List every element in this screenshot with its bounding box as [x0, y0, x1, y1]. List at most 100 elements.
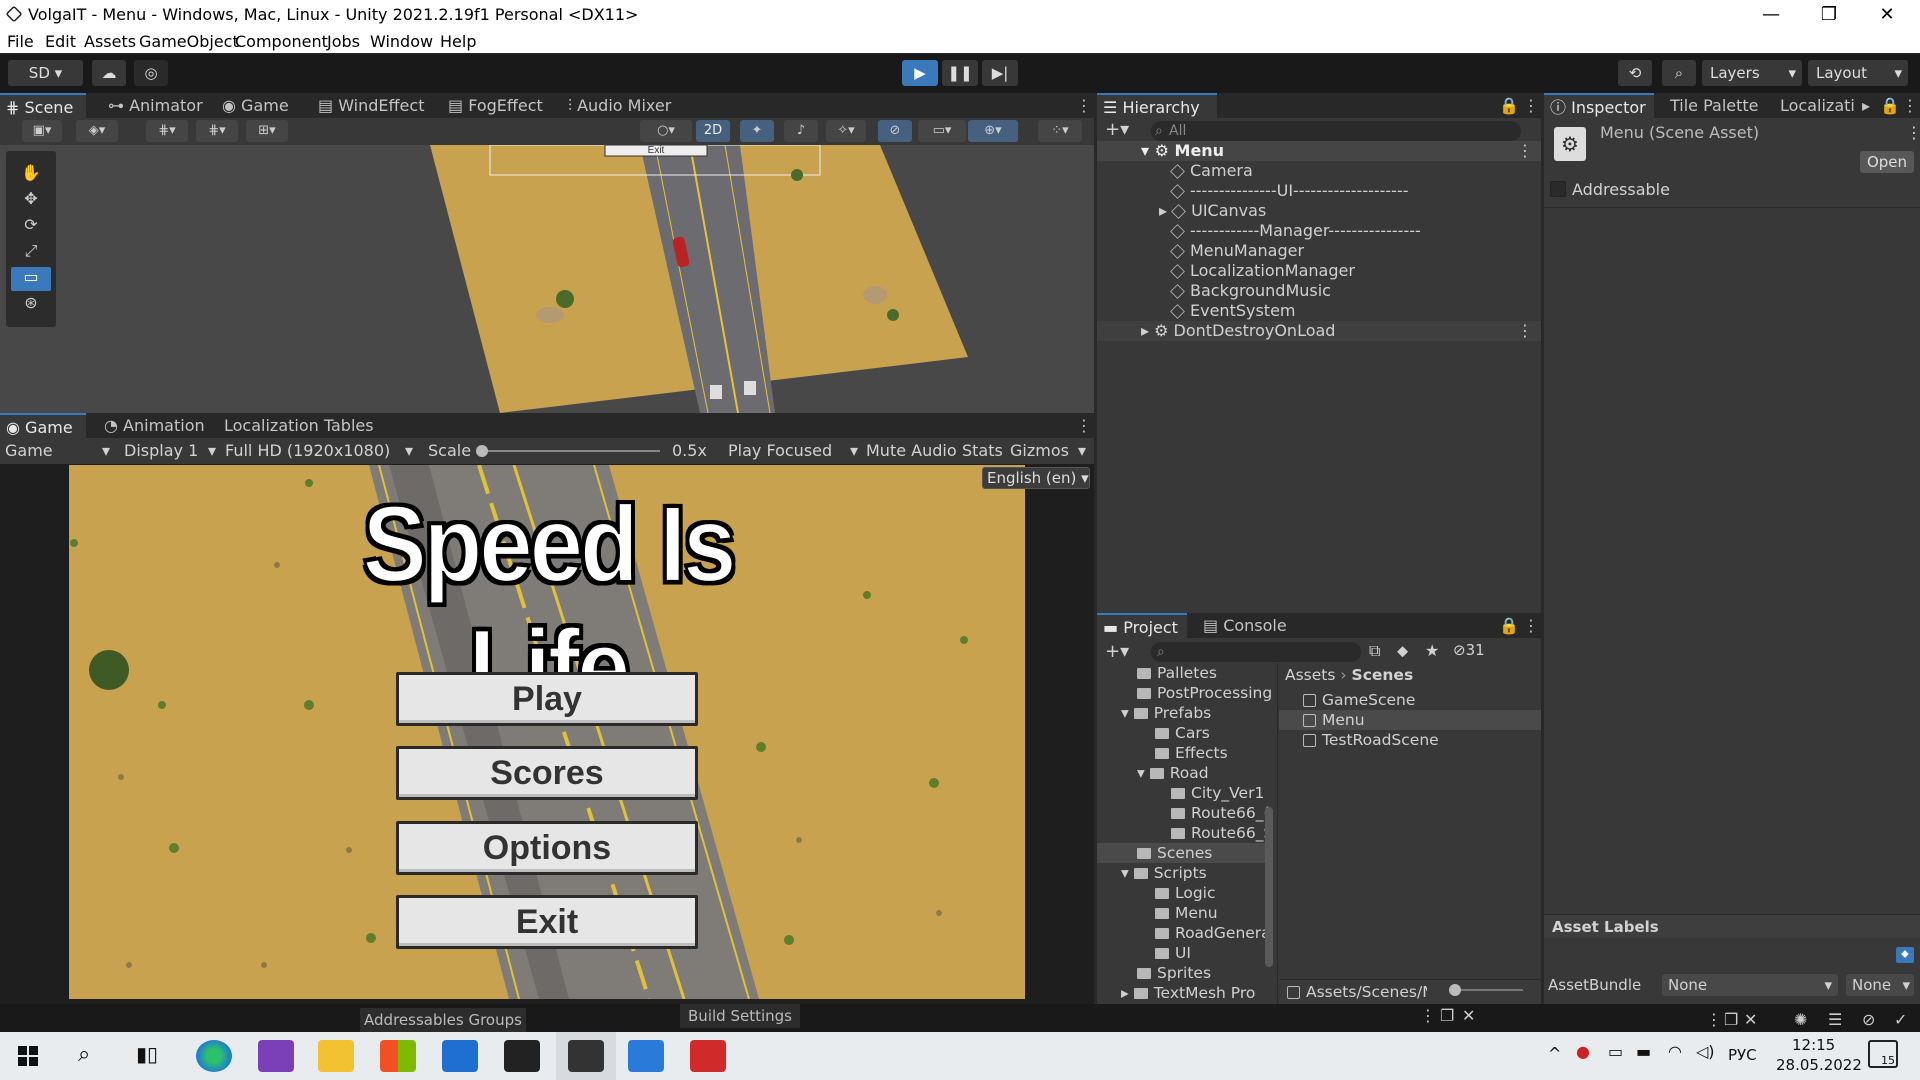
menu-help[interactable]: Help: [440, 32, 476, 51]
camera-icon[interactable]: ▭▾: [918, 120, 966, 142]
menu-assets[interactable]: Assets: [84, 32, 136, 51]
account-button[interactable]: SD ▾: [8, 60, 83, 86]
play-menu-button[interactable]: Play: [396, 672, 698, 726]
cloud-icon[interactable]: ☁: [92, 60, 126, 86]
tab-localization-tables[interactable]: Localization Tables: [218, 413, 380, 438]
tray-battery-icon[interactable]: ▬: [1636, 1042, 1651, 1061]
taskbar-search-icon[interactable]: ⌕: [78, 1042, 90, 1067]
asset-variant-dropdown[interactable]: None ▾: [1846, 974, 1914, 996]
hierarchy-add-button[interactable]: +▾: [1105, 119, 1129, 140]
tab-fogeffect[interactable]: ▤ FogEffect: [442, 93, 549, 118]
icon-size-slider[interactable]: [1453, 989, 1523, 991]
orientation-icon[interactable]: ○▾: [640, 120, 692, 142]
effects-icon[interactable]: ✧▾: [826, 120, 866, 142]
display-dropdown[interactable]: Display 1 ▾: [124, 438, 216, 464]
hierarchy-item[interactable]: EventSystem: [1170, 301, 1296, 321]
tab-animator[interactable]: ⊶ Animator: [102, 93, 209, 118]
app-red-icon[interactable]: [690, 1040, 726, 1072]
close-icon[interactable]: ✕: [1858, 0, 1916, 29]
folder-item[interactable]: ▾ Prefabs: [1121, 703, 1211, 723]
draw-mode-icon[interactable]: ▣▾: [22, 120, 62, 142]
tab-inspector[interactable]: ⓘ Inspector: [1544, 93, 1654, 118]
asset-bundle-dropdown[interactable]: None ▾: [1662, 974, 1838, 996]
inspector-options-icon[interactable]: ⋮: [1906, 123, 1920, 142]
tray-date[interactable]: 28.05.2022: [1776, 1056, 1862, 1074]
windows-start-icon[interactable]: [18, 1046, 38, 1066]
build-settings-maximize-icon[interactable]: ❐: [1440, 1006, 1454, 1025]
hidden-packages-icon[interactable]: ⊘31: [1453, 641, 1485, 659]
hierarchy-scene-menu[interactable]: ▾ ⚙ Menu: [1141, 141, 1224, 161]
build-settings-tab[interactable]: Build Settings: [680, 1004, 800, 1028]
gizmos-icon[interactable]: ⊕▾: [968, 120, 1018, 142]
tray-chevron-icon[interactable]: ^: [1548, 1044, 1561, 1063]
label-tag-icon[interactable]: ⬥: [1896, 947, 1914, 963]
minimize-icon[interactable]: —: [1742, 0, 1800, 29]
shading-icon[interactable]: ◈▾: [76, 120, 118, 142]
status-close-icon[interactable]: ✕: [1744, 1010, 1757, 1029]
history-icon[interactable]: ⟲: [1618, 60, 1652, 86]
hierarchy-ddol-options-icon[interactable]: ⋮: [1517, 321, 1533, 341]
tab-game[interactable]: ◉ Game: [0, 413, 86, 438]
file-item-selected[interactable]: Menu: [1303, 710, 1365, 730]
hierarchy-menu-icon[interactable]: ⋮: [1517, 93, 1545, 118]
project-tree-scrollbar[interactable]: [1265, 807, 1273, 967]
tab-tile-palette[interactable]: Tile Palette: [1664, 93, 1765, 118]
progress-icon[interactable]: ⊘: [1862, 1010, 1875, 1029]
tab-scene[interactable]: ⋕ Scene: [0, 93, 86, 118]
game-mode-dropdown[interactable]: Game ▾: [5, 438, 110, 464]
file-item[interactable]: TestRoadScene: [1303, 730, 1439, 750]
hierarchy-ddol[interactable]: ▸ ⚙ DontDestroyOnLoad: [1141, 321, 1335, 341]
file-explorer-icon[interactable]: [318, 1040, 354, 1072]
play-button[interactable]: ▶: [902, 60, 938, 86]
tab-audio-mixer[interactable]: ⫶ Audio Mixer: [562, 93, 677, 118]
exit-menu-button[interactable]: Exit: [396, 895, 698, 949]
hierarchy-scene-options-icon[interactable]: ⋮: [1517, 141, 1533, 161]
scene-menu-icon[interactable]: ⋮: [1070, 93, 1098, 118]
project-menu-icon[interactable]: ⋮: [1517, 613, 1545, 638]
tray-volume-icon[interactable]: ◁): [1696, 1042, 1715, 1061]
folder-item[interactable]: ▾ Road: [1137, 763, 1209, 783]
project-search-input[interactable]: ⌕: [1151, 642, 1361, 662]
tab-game-top[interactable]: ◉ Game: [216, 93, 295, 118]
language-dropdown[interactable]: English (en) ▾: [982, 467, 1090, 489]
mute-audio-toggle[interactable]: Mute Audio: [866, 438, 957, 464]
visibility-icon[interactable]: ⊘: [878, 120, 912, 142]
hierarchy-search-input[interactable]: ⌕ All: [1151, 121, 1521, 141]
two-d-toggle[interactable]: 2D: [696, 120, 730, 142]
lighting-icon[interactable]: ✦: [740, 120, 774, 142]
hierarchy-item[interactable]: ------------Manager----------------: [1170, 221, 1421, 241]
increment-snap-icon[interactable]: ⊞▾: [246, 120, 288, 142]
hierarchy-item[interactable]: LocalizationManager: [1170, 261, 1355, 281]
folder-item[interactable]: Menu: [1155, 903, 1218, 923]
notification-icon[interactable]: 15: [1868, 1040, 1898, 1068]
build-settings-menu-icon[interactable]: ⋮: [1420, 1006, 1436, 1025]
file-item[interactable]: GameScene: [1303, 690, 1415, 710]
folder-item[interactable]: Logic: [1155, 883, 1216, 903]
stats-toggle[interactable]: Stats: [962, 438, 1003, 464]
folder-item[interactable]: Palletes: [1137, 663, 1217, 683]
options-menu-button[interactable]: Options: [396, 821, 698, 875]
gizmos-toggle[interactable]: Gizmos ▾: [1010, 438, 1090, 464]
icon-size-slider-thumb[interactable]: [1449, 984, 1461, 996]
folder-item[interactable]: Route66_(: [1171, 803, 1270, 823]
mail-icon[interactable]: [442, 1040, 478, 1072]
game-menu-icon[interactable]: ⋮: [1070, 413, 1098, 438]
hierarchy-item[interactable]: ▸ UICanvas: [1159, 201, 1266, 221]
scale-slider-thumb[interactable]: [476, 445, 488, 457]
menu-gameobject[interactable]: GameObject: [139, 32, 239, 51]
maximize-icon[interactable]: ❐: [1800, 0, 1858, 29]
open-button[interactable]: Open: [1860, 151, 1914, 173]
layers-dropdown[interactable]: Layers ▾: [1702, 60, 1802, 86]
collab-icon[interactable]: ◎: [134, 60, 168, 86]
unity-hub-icon[interactable]: [504, 1040, 540, 1072]
folder-item[interactable]: ▾ Scripts: [1121, 863, 1207, 883]
folder-item[interactable]: RoadGenera: [1155, 923, 1271, 943]
folder-item[interactable]: Effects: [1155, 743, 1228, 763]
folder-item[interactable]: Cars: [1155, 723, 1210, 743]
project-tree-splitter[interactable]: [1277, 663, 1278, 1004]
tray-meet-icon[interactable]: ▭: [1608, 1042, 1623, 1061]
tab-project[interactable]: ▬ Project: [1097, 613, 1187, 638]
folder-item[interactable]: Sprites: [1137, 963, 1211, 983]
step-button[interactable]: ▶|: [982, 60, 1018, 86]
folder-item[interactable]: ▸ TextMesh Pro: [1121, 983, 1255, 1003]
